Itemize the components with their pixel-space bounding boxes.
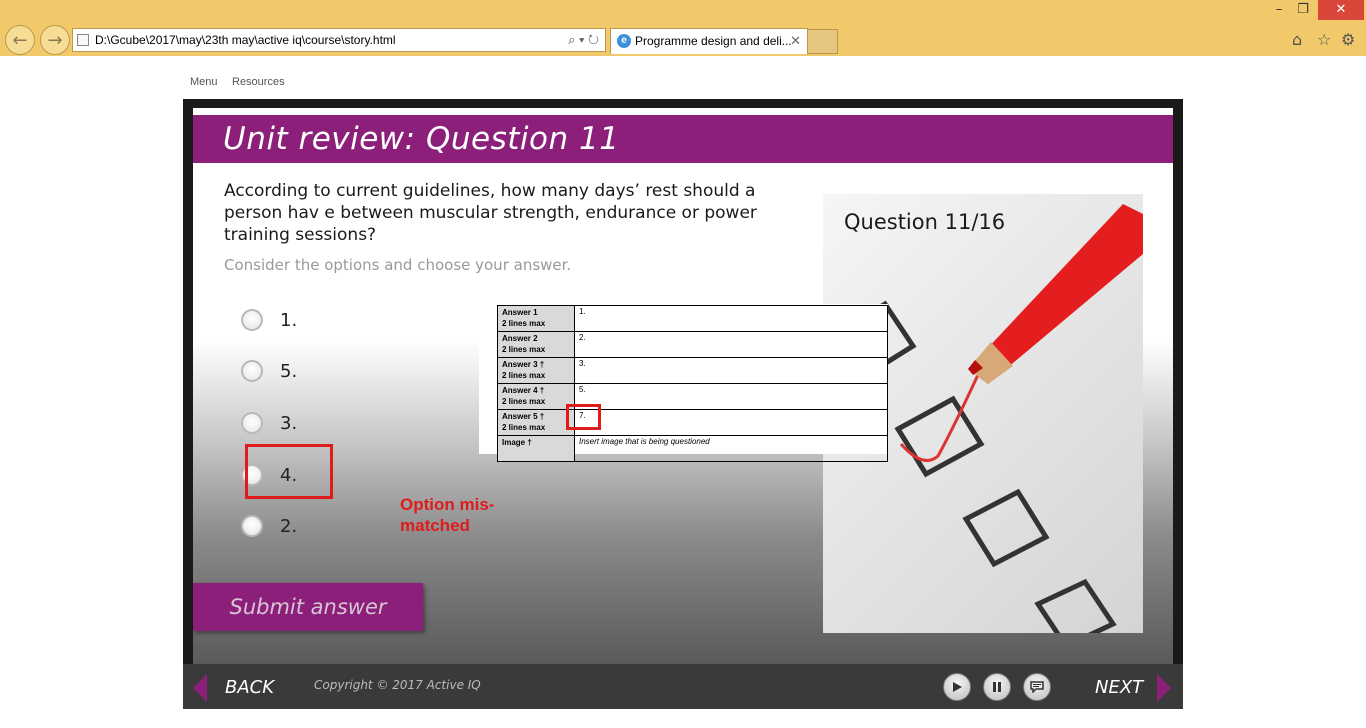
address-text: D:\Gcube\2017\may\23th may\active iq\cou…	[95, 33, 396, 47]
row-value: 3.	[574, 357, 888, 384]
row-label: Image †	[497, 435, 575, 462]
row-label: Answer 12 lines max	[497, 305, 575, 332]
address-bar[interactable]: D:\Gcube\2017\may\23th may\active iq\cou…	[72, 28, 606, 52]
page-icon	[77, 34, 89, 46]
option-label: 3.	[280, 412, 298, 434]
table-row: Answer 22 lines max 2.	[497, 331, 888, 358]
option-label: 2.	[280, 515, 298, 537]
radio-button[interactable]	[241, 360, 263, 382]
home-icon[interactable]: ⌂	[1292, 30, 1302, 49]
refresh-icon[interactable]: ↻	[588, 32, 599, 47]
instruction-text: Consider the options and choose your ans…	[224, 256, 572, 274]
close-window-button[interactable]: ✕	[1318, 0, 1364, 20]
play-button[interactable]	[943, 673, 971, 701]
radio-button[interactable]	[241, 515, 263, 537]
question-text: According to current guidelines, how man…	[224, 181, 757, 245]
close-tab-icon[interactable]: ✕	[790, 29, 801, 53]
player-footer: BACK Copyright © 2017 Active IQ NEXT	[183, 664, 1183, 709]
row-label: Answer 5 † 2 lines max	[497, 409, 575, 436]
table-row: Answer 4 † 2 lines max 5.	[497, 383, 888, 410]
speech-bubble-icon	[1030, 681, 1044, 693]
settings-gear-icon[interactable]: ⚙	[1341, 30, 1355, 49]
search-icon[interactable]: ⌕	[568, 32, 575, 47]
row-value: 1.	[574, 305, 888, 332]
tab-title: Programme design and deli...	[635, 34, 792, 48]
content-spec-table: Answer 12 lines max 1. Answer 22 lines m…	[479, 304, 888, 462]
back-button[interactable]: BACK	[225, 677, 274, 698]
table-row: Answer 12 lines max 1.	[497, 305, 888, 332]
forward-nav-button[interactable]: →	[40, 25, 70, 55]
row-value: 7.	[574, 409, 888, 436]
submit-answer-button[interactable]: Submit answer	[193, 583, 423, 631]
address-tools[interactable]: ⌕ ▾ ↻	[568, 29, 599, 51]
row-label: Answer 22 lines max	[497, 331, 575, 358]
play-icon	[953, 682, 962, 692]
row-value: 2.	[574, 331, 888, 358]
option-label: 5.	[280, 360, 298, 382]
arrow-left-icon: ←	[12, 29, 28, 51]
browser-tab[interactable]: e Programme design and deli... ✕	[610, 28, 808, 54]
row-value: 5.	[574, 383, 888, 410]
answer-option-2[interactable]: 5.	[241, 358, 297, 384]
radio-button[interactable]	[241, 309, 263, 331]
title-bar: Unit review: Question 11	[193, 115, 1173, 163]
resources-link[interactable]: Resources	[232, 76, 285, 88]
captions-button[interactable]	[1023, 673, 1051, 701]
pause-icon	[993, 682, 1001, 692]
arrow-right-icon: →	[47, 29, 63, 51]
copyright-text: Copyright © 2017 Active IQ	[314, 678, 481, 692]
highlight-box-answer-5	[566, 404, 601, 430]
menu-link[interactable]: Menu	[190, 76, 218, 88]
answer-option-1[interactable]: 1.	[241, 307, 297, 333]
browser-chrome: ← → D:\Gcube\2017\may\23th may\active iq…	[0, 0, 1366, 56]
option-label: 1.	[280, 309, 298, 331]
mismatch-note: Option mis-matched	[400, 495, 495, 535]
question-counter: Question 11/16	[844, 210, 1006, 234]
radio-button[interactable]	[241, 412, 263, 434]
back-arrow-icon[interactable]	[193, 674, 207, 702]
answer-option-5[interactable]: 2.	[241, 513, 297, 539]
next-button[interactable]: NEXT	[1095, 677, 1143, 698]
table-row: Answer 5 † 2 lines max 7.	[497, 409, 888, 436]
answer-option-3[interactable]: 3.	[241, 410, 297, 436]
restore-button[interactable]: ❐	[1288, 0, 1318, 20]
favorites-star-icon[interactable]: ☆	[1317, 30, 1331, 49]
row-label: Answer 3 † 2 lines max	[497, 357, 575, 384]
slide-title: Unit review: Question 11	[223, 121, 620, 157]
ie-icon: e	[617, 34, 631, 48]
next-arrow-icon[interactable]	[1157, 674, 1171, 702]
table-row: Answer 3 † 2 lines max 3.	[497, 357, 888, 384]
new-tab-button[interactable]	[808, 29, 838, 54]
back-nav-button[interactable]: ←	[5, 25, 35, 55]
table-row: Image † Insert image that is being quest…	[497, 435, 888, 462]
row-label: Answer 4 † 2 lines max	[497, 383, 575, 410]
row-value: Insert image that is being questioned	[574, 435, 888, 462]
highlight-box-option-4	[245, 444, 333, 499]
pause-button[interactable]	[983, 673, 1011, 701]
